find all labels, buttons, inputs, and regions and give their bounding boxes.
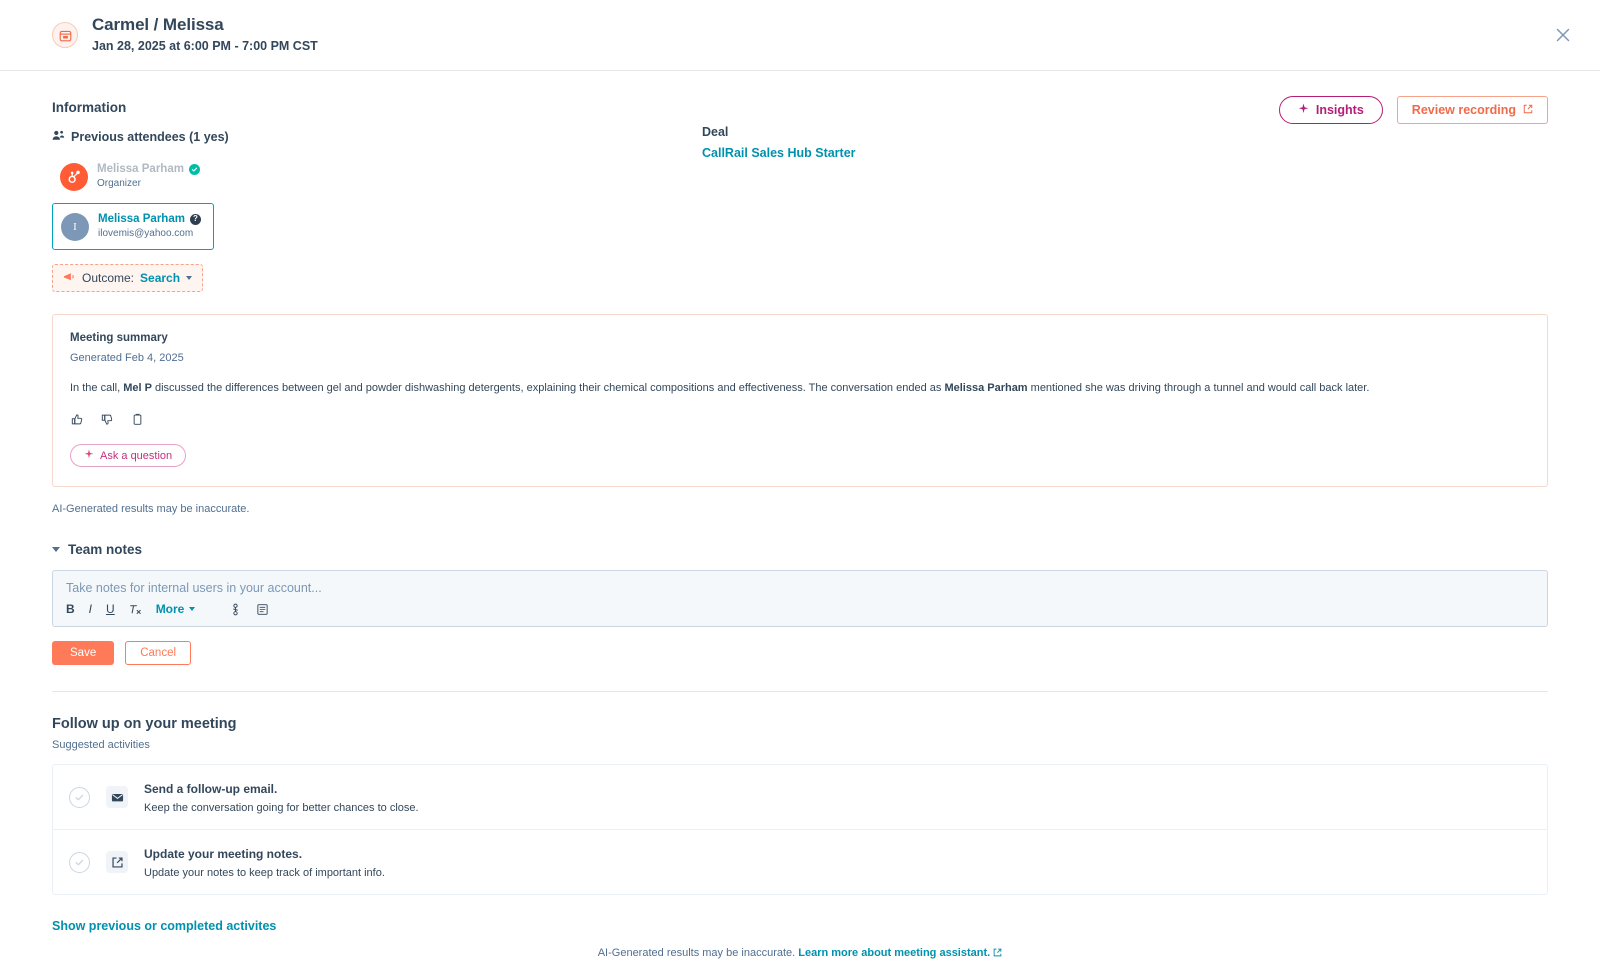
activity-title: Send a follow-up email. — [144, 782, 277, 796]
close-icon[interactable] — [1548, 20, 1578, 50]
calendar-icon — [52, 22, 78, 48]
ask-a-question-button[interactable]: Ask a question — [70, 444, 186, 467]
outcome-label: Outcome: — [82, 271, 134, 285]
previous-attendees-heading: Previous attendees (1 yes) — [52, 130, 652, 144]
cancel-button[interactable]: Cancel — [125, 641, 191, 665]
summary-text-2: discussed the differences between gel an… — [152, 382, 945, 394]
chevron-down-icon — [52, 547, 60, 552]
hubspot-logo-avatar — [60, 163, 88, 191]
meeting-summary-card: Meeting summary Generated Feb 4, 2025 In… — [52, 314, 1548, 487]
chevron-down-icon — [189, 607, 195, 611]
review-recording-button[interactable]: Review recording — [1397, 96, 1548, 124]
ask-a-question-label: Ask a question — [100, 450, 172, 462]
insights-button[interactable]: Insights — [1279, 96, 1383, 124]
top-actions: Insights Review recording — [1279, 96, 1548, 124]
activity-text-group: Send a follow-up email. Keep the convers… — [144, 780, 419, 814]
show-previous-activities-link[interactable]: Show previous or completed activites — [52, 919, 276, 933]
information-heading: Information — [52, 100, 652, 115]
team-notes-editor[interactable]: Take notes for internal users in your ac… — [52, 570, 1548, 627]
team-notes-placeholder: Take notes for internal users in your ac… — [66, 581, 1534, 595]
summary-feedback-icons — [70, 412, 1530, 426]
summary-title: Meeting summary — [70, 332, 1530, 344]
team-notes-actions: Save Cancel — [52, 641, 1548, 665]
list-item[interactable]: Update your meeting notes. Update your n… — [53, 829, 1547, 894]
suggested-activities-list: Send a follow-up email. Keep the convers… — [52, 764, 1548, 895]
team-notes-label: Team notes — [68, 542, 142, 557]
information-section: Information Previous attendees (1 yes) — [52, 71, 1548, 292]
list-item[interactable]: Send a follow-up email. Keep the convers… — [53, 765, 1547, 829]
page-title: Carmel / Melissa — [92, 15, 318, 35]
more-formatting-dropdown[interactable]: More — [156, 602, 196, 616]
avatar-initial: I — [73, 221, 77, 233]
modal-header: Carmel / Melissa Jan 28, 2025 at 6:00 PM… — [0, 0, 1600, 71]
summary-body: In the call, Mel P discussed the differe… — [70, 380, 1530, 396]
summary-text-3: mentioned she was driving through a tunn… — [1028, 382, 1370, 394]
activity-subtitle: Update your notes to keep track of impor… — [144, 867, 385, 879]
megaphone-icon — [63, 271, 76, 285]
thumbs-up-icon[interactable] — [70, 412, 84, 426]
copy-icon[interactable] — [130, 412, 144, 426]
activity-subtitle: Keep the conversation going for better c… — [144, 802, 419, 814]
edit-note-icon — [106, 851, 128, 873]
divider — [52, 691, 1548, 692]
email-icon — [106, 786, 128, 808]
sparkle-icon — [1298, 103, 1309, 117]
team-notes-toolbar: B I U More — [66, 602, 1534, 616]
activity-text-group: Update your meeting notes. Update your n… — [144, 845, 385, 879]
modal-body: Information Previous attendees (1 yes) — [0, 71, 1600, 959]
attendee-row-organizer[interactable]: Melissa Parham Organizer — [52, 155, 652, 198]
bold-button[interactable]: B — [66, 602, 75, 616]
summary-bold-2: Melissa Parham — [944, 382, 1027, 394]
clear-formatting-button[interactable] — [129, 603, 142, 616]
status-badge-unknown-icon: ? — [190, 214, 201, 225]
team-notes-toggle[interactable]: Team notes — [52, 542, 1548, 557]
outcome-value: Search — [140, 271, 180, 285]
deal-link[interactable]: CallRail Sales Hub Starter — [702, 146, 856, 160]
header-text-group: Carmel / Melissa Jan 28, 2025 at 6:00 PM… — [92, 15, 318, 55]
chevron-down-icon — [186, 276, 192, 280]
deal-label: Deal — [702, 125, 856, 139]
information-right-column: Deal CallRail Sales Hub Starter — [702, 100, 856, 292]
more-label: More — [156, 602, 185, 616]
attendee-row-selected[interactable]: I Melissa Parham ? ilovemis@yahoo.com — [52, 203, 214, 250]
complete-check-icon[interactable] — [69, 852, 90, 873]
status-badge-yes-icon — [189, 164, 200, 175]
followup-title: Follow up on your meeting — [52, 716, 1548, 732]
save-button[interactable]: Save — [52, 641, 114, 665]
attendee-name-line: Melissa Parham — [97, 162, 200, 176]
activity-title: Update your meeting notes. — [144, 847, 302, 861]
complete-check-icon[interactable] — [69, 787, 90, 808]
attendee-name-line: Melissa Parham ? — [98, 212, 201, 226]
previous-attendees-label: Previous attendees (1 yes) — [71, 130, 229, 144]
meeting-time: Jan 28, 2025 at 6:00 PM - 7:00 PM CST — [92, 37, 318, 55]
attendee-email: ilovemis@yahoo.com — [98, 227, 201, 241]
external-link-icon — [993, 947, 1002, 959]
snippet-icon[interactable] — [256, 603, 269, 616]
insights-label: Insights — [1316, 103, 1364, 117]
learn-more-link[interactable]: Learn more about meeting assistant. — [798, 947, 990, 959]
underline-button[interactable]: U — [106, 602, 115, 616]
attendee-name: Melissa Parham — [98, 212, 185, 226]
attendee-info: Melissa Parham ? ilovemis@yahoo.com — [98, 212, 201, 241]
footer-text: AI-Generated results may be inaccurate. — [598, 947, 795, 959]
people-icon — [52, 130, 65, 144]
summary-text-1: In the call, — [70, 382, 123, 394]
attendee-name: Melissa Parham — [97, 162, 184, 176]
thumbs-down-icon[interactable] — [100, 412, 114, 426]
sparkle-icon — [84, 449, 94, 462]
italic-button[interactable]: I — [89, 602, 92, 616]
footer-disclaimer: AI-Generated results may be inaccurate. … — [52, 947, 1548, 959]
summary-disclaimer: AI-Generated results may be inaccurate. — [52, 503, 1548, 515]
attendee-role: Organizer — [97, 177, 200, 191]
followup-subtitle: Suggested activities — [52, 739, 1548, 751]
link-icon[interactable] — [229, 603, 242, 616]
summary-bold-1: Mel P — [123, 382, 152, 394]
information-left-column: Information Previous attendees (1 yes) — [52, 100, 652, 292]
attendee-info: Melissa Parham Organizer — [97, 162, 200, 191]
summary-generated-date: Generated Feb 4, 2025 — [70, 352, 1530, 364]
review-recording-label: Review recording — [1412, 103, 1516, 117]
external-link-icon — [1523, 103, 1533, 117]
avatar: I — [61, 213, 89, 241]
outcome-dropdown[interactable]: Outcome: Search — [52, 264, 203, 292]
